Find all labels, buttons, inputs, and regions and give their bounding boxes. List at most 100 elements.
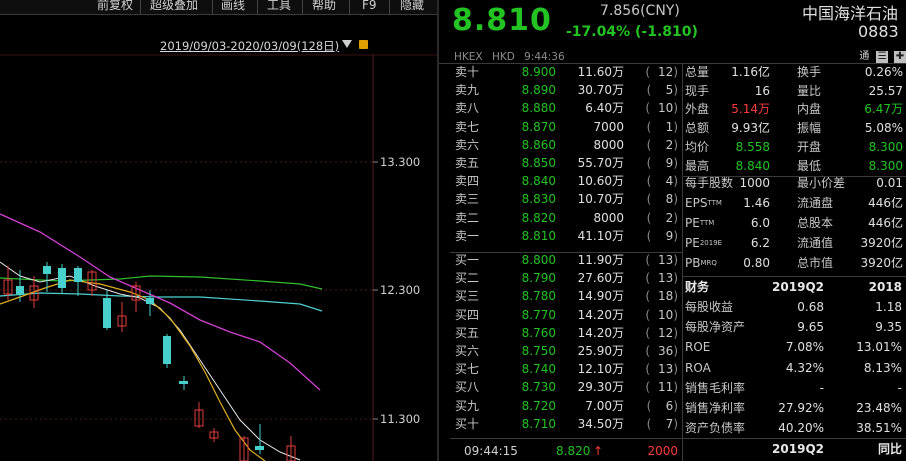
- toolbar-help[interactable]: 帮助: [312, 0, 336, 14]
- ask-row[interactable]: 卖四 8.840 10.60万 (4): [450, 172, 682, 191]
- ask-row[interactable]: 卖三 8.830 10.70万 (8): [450, 190, 682, 209]
- ask-count-value: 2: [665, 137, 674, 152]
- paren-open: (: [645, 307, 651, 322]
- stat-label: 总市值: [797, 256, 834, 270]
- bid-row[interactable]: 买九 8.720 7.00万 (6): [450, 397, 682, 416]
- stat-value: 446亿: [868, 216, 903, 230]
- bid-level-label: 买六: [455, 344, 480, 358]
- bid-level-label: 买一: [455, 253, 480, 267]
- bid-row[interactable]: 买八 8.730 29.30万 (11): [450, 378, 682, 397]
- bid-count-value: 13: [658, 253, 674, 267]
- paren-open: (: [645, 65, 651, 79]
- stat-row: 每手股数 1000 最小价差 0.01: [682, 174, 906, 194]
- paren-open: (: [645, 362, 651, 377]
- bid-row[interactable]: 买二 8.790 27.60万 (13): [450, 269, 682, 288]
- toolbar-f9[interactable]: F9: [362, 0, 377, 14]
- kline-chart[interactable]: 13.300 12.300 11.300: [0, 36, 437, 461]
- financials-label: 每股净资产: [685, 320, 746, 335]
- stock-name: 中国海洋石油: [802, 4, 899, 23]
- quote-tag-icons: 通 ☰ ✚: [856, 48, 906, 63]
- toolbar-forward-adjust[interactable]: 前复权: [97, 0, 133, 14]
- stat-row: PETTM 6.0 总股本 446亿: [682, 214, 906, 234]
- bid-order-count: (6): [647, 397, 678, 416]
- ask-row[interactable]: 卖五 8.850 55.70万 (9): [450, 154, 682, 173]
- quote-time: 9:44:36: [524, 51, 565, 63]
- paren-open: (: [646, 156, 652, 170]
- add-icon[interactable]: ✚: [894, 51, 906, 63]
- exchange-label: HKEX: [454, 51, 483, 63]
- bid-row[interactable]: 买五 8.760 14.20万 (12): [450, 324, 682, 343]
- paren-close: ): [673, 362, 678, 377]
- paren-open: (: [646, 398, 652, 413]
- ask-volume: 11.60万: [577, 65, 624, 79]
- ask-level-label: 卖四: [455, 174, 480, 189]
- stat-label: 内盘: [797, 102, 822, 117]
- financials-value-a: 4.32%: [785, 360, 824, 375]
- ask-row[interactable]: 卖一 8.810 41.10万 (9): [450, 227, 682, 246]
- stat-value: 0.01: [876, 176, 903, 190]
- toolbar-tools[interactable]: 工具: [267, 0, 291, 14]
- paren-close: ): [673, 192, 678, 207]
- toolbar-draw-line[interactable]: 画线: [221, 0, 245, 14]
- ask-row[interactable]: 卖二 8.820 8000 (2): [450, 209, 682, 228]
- bid-order-count: (10): [645, 306, 678, 325]
- bid-row[interactable]: 买七 8.740 12.10万 (13): [450, 360, 682, 379]
- bid-row[interactable]: 买三 8.780 14.90万 (18): [450, 287, 682, 306]
- ask-volume: 8000: [593, 137, 624, 152]
- bid-row[interactable]: 买四 8.770 14.20万 (10): [450, 306, 682, 325]
- bid-volume: 14.20万: [577, 325, 624, 340]
- bid-level-label: 买八: [455, 380, 480, 395]
- last-trade-row: 09:44:15 8.820 ↑ 2000: [450, 441, 682, 461]
- bid-row[interactable]: 买一 8.800 11.90万 (13): [450, 251, 682, 270]
- ask-count-value: 9: [665, 156, 674, 170]
- stat-label-suffix: 2019E: [699, 239, 723, 247]
- bid-row[interactable]: 买十 8.710 34.50万 (7): [450, 415, 682, 434]
- menu-icon[interactable]: ☰: [876, 51, 889, 63]
- bid-order-count: (13): [645, 251, 678, 270]
- financials-title: 财务: [685, 280, 710, 294]
- ask-row[interactable]: 卖七 8.870 7000 (1): [450, 118, 682, 137]
- stat-row: 总量 1.16亿 换手 0.26%: [682, 63, 906, 83]
- paren-close: ): [673, 174, 678, 189]
- paren-close: ): [673, 137, 678, 152]
- financials-col-b: 2018: [868, 280, 902, 294]
- paren-close: ): [673, 380, 678, 395]
- ask-row[interactable]: 卖八 8.880 6.40万 (10): [450, 99, 682, 118]
- ask-count-value: 5: [665, 83, 674, 98]
- bid-row[interactable]: 买六 8.750 25.90万 (36): [450, 342, 682, 361]
- stat-label: EPSTTM: [685, 194, 722, 214]
- toolbar-super-overlay[interactable]: 超级叠加: [150, 0, 198, 14]
- paren-close: ): [673, 307, 678, 322]
- stat-value: 25.57: [868, 83, 903, 98]
- ask-row[interactable]: 卖十 8.900 11.60万 (12): [450, 63, 682, 82]
- toolbar-hide[interactable]: 隐藏: [400, 0, 424, 14]
- ask-order-count: (8): [647, 190, 678, 209]
- stat-value: 6.2: [750, 236, 770, 250]
- ask-level-label: 卖五: [455, 156, 480, 170]
- stat-label: 总量: [685, 65, 710, 79]
- bid-level-label: 买二: [455, 271, 480, 286]
- ask-count-value: 8: [665, 192, 674, 207]
- ask-order-count: (9): [647, 227, 678, 246]
- stat-value: 9.93亿: [731, 121, 770, 136]
- ask-row[interactable]: 卖六 8.860 8000 (2): [450, 136, 682, 155]
- ask-row[interactable]: 卖九 8.890 30.70万 (5): [450, 81, 682, 100]
- stat-label: 总额: [685, 121, 710, 136]
- currency-label: HKD: [491, 51, 515, 63]
- stat-label: 现手: [685, 83, 710, 98]
- stat-row: PBMRQ 0.80 总市值 3920亿: [682, 254, 906, 274]
- bid-price: 8.780: [521, 289, 556, 304]
- ask-price: 8.900: [521, 65, 556, 79]
- connect-tag-icon[interactable]: 通: [858, 51, 870, 63]
- panel-divider[interactable]: [437, 0, 439, 461]
- financials-value-b: 13.01%: [856, 340, 902, 355]
- ask-price: 8.810: [521, 228, 556, 243]
- financials-footer: 2019Q2 同比: [682, 439, 906, 459]
- stat-label-suffix: TTM: [707, 199, 722, 207]
- financials-row: ROE 7.08% 13.01%: [682, 337, 906, 357]
- paren-close: ): [673, 344, 678, 358]
- ask-volume: 7000: [593, 119, 624, 134]
- financials-label: 每股收益: [685, 300, 734, 314]
- ask-level-label: 卖九: [455, 83, 480, 98]
- ask-volume: 6.40万: [585, 101, 624, 116]
